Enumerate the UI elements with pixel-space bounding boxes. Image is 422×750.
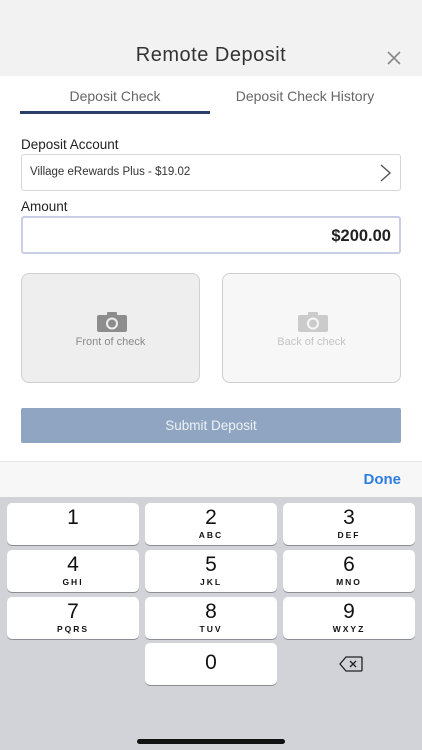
key-digit: 8 xyxy=(205,600,217,623)
keyboard-accessory-bar: Done xyxy=(0,461,422,497)
key-6[interactable]: 6 MNO xyxy=(283,550,415,592)
numeric-keypad: 1 2 ABC 3 DEF 4 GHI 5 JKL 6 MNO 7 PQRS 8… xyxy=(0,497,422,750)
key-letters: MNO xyxy=(336,577,362,587)
status-bar-area xyxy=(0,0,422,42)
amount-label: Amount xyxy=(21,199,68,214)
front-of-check-button[interactable]: Front of check xyxy=(21,273,200,383)
key-digit: 1 xyxy=(67,506,79,529)
tab-bar: Deposit Check Deposit Check History xyxy=(0,76,422,116)
back-of-check-button[interactable]: Back of check xyxy=(222,273,401,383)
tab-deposit-check-history[interactable]: Deposit Check History xyxy=(210,88,400,104)
close-button[interactable] xyxy=(384,48,404,68)
key-1[interactable]: 1 xyxy=(7,503,139,545)
active-tab-indicator xyxy=(20,111,210,114)
amount-value: $200.00 xyxy=(331,227,391,245)
key-letters: JKL xyxy=(199,577,223,587)
deposit-account-select[interactable]: Village eRewards Plus - $19.02 xyxy=(21,154,401,191)
key-letters: WXYZ xyxy=(332,624,366,634)
key-5[interactable]: 5 JKL xyxy=(145,550,277,592)
front-of-check-label: Front of check xyxy=(75,336,146,348)
key-2[interactable]: 2 ABC xyxy=(145,503,277,545)
submit-deposit-button[interactable]: Submit Deposit xyxy=(21,408,401,443)
home-indicator xyxy=(137,739,285,744)
key-9[interactable]: 9 WXYZ xyxy=(283,597,415,639)
deposit-account-label: Deposit Account xyxy=(21,137,119,152)
backspace-icon xyxy=(339,656,363,672)
key-digit: 3 xyxy=(343,506,355,529)
done-button[interactable]: Done xyxy=(364,471,402,488)
key-letters: GHI xyxy=(62,577,84,587)
chevron-right-icon xyxy=(380,164,392,182)
key-3[interactable]: 3 DEF xyxy=(283,503,415,545)
tab-deposit-check[interactable]: Deposit Check xyxy=(20,88,210,104)
key-digit: 7 xyxy=(67,600,79,623)
key-letters: PQRS xyxy=(56,624,90,634)
close-icon xyxy=(387,51,401,65)
key-letters: TUV xyxy=(199,624,223,634)
amount-input[interactable]: $200.00 xyxy=(21,216,401,254)
key-4[interactable]: 4 GHI xyxy=(7,550,139,592)
key-digit: 9 xyxy=(343,600,355,623)
key-digit: 2 xyxy=(205,506,217,529)
key-digit: 4 xyxy=(67,553,79,576)
delete-key[interactable] xyxy=(285,643,417,685)
key-8[interactable]: 8 TUV xyxy=(145,597,277,639)
key-letters: ABC xyxy=(198,530,224,540)
key-0[interactable]: 0 xyxy=(145,643,277,685)
camera-icon xyxy=(97,312,127,332)
camera-icon xyxy=(298,312,328,332)
back-of-check-label: Back of check xyxy=(277,336,346,348)
key-digit: 0 xyxy=(205,651,217,674)
header: Remote Deposit xyxy=(0,42,422,76)
key-7[interactable]: 7 PQRS xyxy=(7,597,139,639)
key-digit: 5 xyxy=(205,553,217,576)
deposit-account-value: Village eRewards Plus - $19.02 xyxy=(30,166,191,178)
key-digit: 6 xyxy=(343,553,355,576)
key-letters: DEF xyxy=(337,530,361,540)
page-title: Remote Deposit xyxy=(135,44,287,66)
